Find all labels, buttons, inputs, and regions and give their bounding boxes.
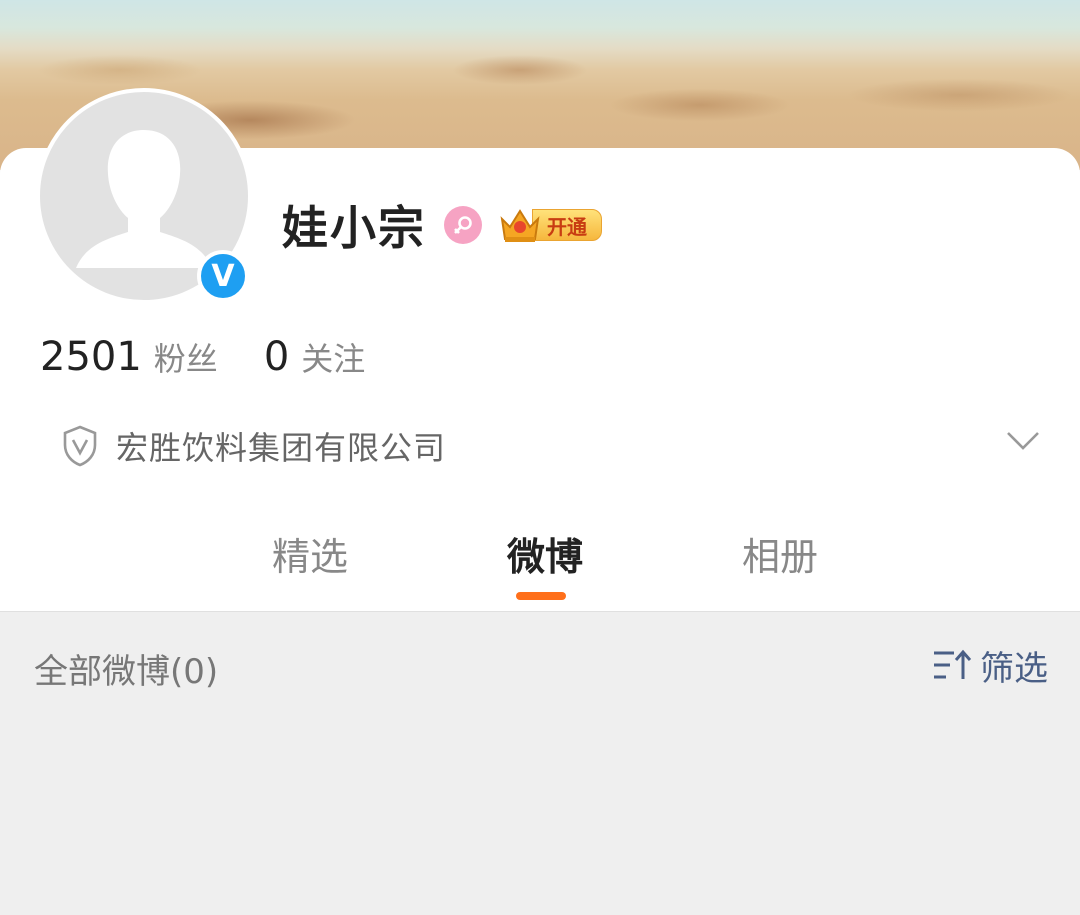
vip-open-button[interactable]: 开通 xyxy=(498,205,602,245)
profile-tabs: 精选 微博 相册 xyxy=(0,520,1080,610)
company-name: 宏胜饮料集团有限公司 xyxy=(116,429,447,467)
feed-title: 全部微博(0) xyxy=(34,652,219,692)
filter-button[interactable]: 筛选 xyxy=(932,640,1048,690)
female-icon xyxy=(444,206,482,244)
tab-featured[interactable]: 精选 xyxy=(230,526,390,581)
following-label[interactable]: 关注 xyxy=(301,334,365,380)
followers-label[interactable]: 粉丝 xyxy=(154,334,218,380)
feed-header: 全部微博(0) 筛选 xyxy=(34,640,1048,693)
profile-stats: 2501 粉丝 0 关注 xyxy=(40,334,365,388)
filter-label: 筛选 xyxy=(980,648,1048,689)
chevron-down-icon[interactable] xyxy=(1006,430,1040,452)
vip-crown-icon xyxy=(500,209,540,242)
following-count[interactable]: 0 xyxy=(264,334,289,380)
shield-v-icon xyxy=(63,425,97,467)
followers-count[interactable]: 2501 xyxy=(40,334,142,380)
tab-weibo[interactable]: 微博 xyxy=(465,526,625,581)
verified-v-icon: V xyxy=(197,250,249,302)
name-row: 娃小宗 开通 xyxy=(282,190,602,260)
username: 娃小宗 xyxy=(282,201,426,255)
vip-open-label: 开通 xyxy=(532,209,602,241)
divider xyxy=(0,611,1080,612)
active-tab-indicator xyxy=(516,592,566,600)
sort-filter-icon xyxy=(934,649,972,679)
company-verification-row[interactable]: 宏胜饮料集团有限公司 xyxy=(62,420,1042,472)
tab-album[interactable]: 相册 xyxy=(700,526,860,581)
